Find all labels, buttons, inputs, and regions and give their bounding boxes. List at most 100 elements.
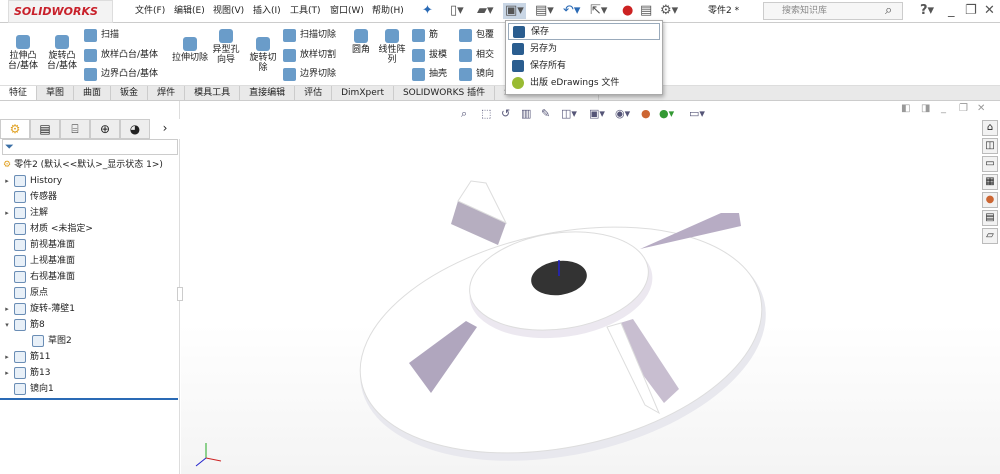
tree-item[interactable]: 原点 [0,285,180,301]
home-icon[interactable]: ⌂ [982,120,998,136]
print-icon[interactable]: ▤▾ [535,3,554,19]
tree-item[interactable]: 前视基准面 [0,237,180,253]
expand-arrow-icon[interactable]: ▸ [0,303,14,315]
expand-arrow-icon[interactable]: ▸ [0,175,14,187]
rib-button[interactable]: 筋 [412,28,438,42]
draft-button[interactable]: 拔模 [412,48,447,62]
revolve-cut-button[interactable]: 旋转切除 [246,37,280,73]
tab-mold-tools[interactable]: 模具工具 [185,86,241,100]
property-manager-tab-icon[interactable]: ▤ [30,119,60,139]
tab-direct-editing[interactable]: 直接编辑 [240,86,296,100]
menu-tools[interactable]: 工具(T) [290,5,321,17]
tree-item[interactable]: 上视基准面 [0,253,180,269]
menu-window[interactable]: 窗口(W) [330,5,364,17]
section-view-icon[interactable]: ▥ [521,107,531,120]
appearances-icon[interactable]: ● [982,192,998,208]
linear-pattern-button[interactable]: 线性阵列 [376,29,408,65]
tree-item[interactable]: 右视基准面 [0,269,180,285]
help-icon[interactable]: ?▾ [920,3,934,19]
undo-icon[interactable]: ↶▾ [563,3,580,19]
menu-edit[interactable]: 编辑(E) [174,5,205,17]
menu-item-publish-edrawings[interactable]: 出版 eDrawings 文件 [508,74,660,91]
configuration-manager-tab-icon[interactable]: ⌸ [60,119,90,139]
view-palette-icon[interactable]: ▦ [982,174,998,190]
dimxpert-manager-tab-icon[interactable]: ⊕ [90,119,120,139]
menu-help[interactable]: 帮助(H) [372,5,404,17]
dynamic-annotation-icon[interactable]: ✎ [541,107,550,120]
tab-sketch[interactable]: 草图 [37,86,75,100]
tree-item[interactable]: 草图2 [0,333,180,349]
display-style-icon[interactable]: ▣▾ [589,107,605,120]
forum-icon[interactable]: ▱ [982,228,998,244]
tree-item[interactable]: 镜向1 [0,381,180,397]
hide-show-icon[interactable]: ◉▾ [615,107,631,120]
wrap-button[interactable]: 包覆 [459,28,494,42]
hole-wizard-button[interactable]: 异型孔向导 [210,29,242,65]
menu-item-save-as[interactable]: 另存为 [508,40,660,57]
expand-arrow-icon[interactable]: ▸ [0,351,14,363]
boundary-boss-button[interactable]: 边界凸台/基体 [84,67,158,81]
intersect-button[interactable]: 相交 [459,48,494,62]
lofted-cut-button[interactable]: 放样切割 [283,48,336,62]
search-input[interactable]: 搜索知识库 [763,2,903,20]
expand-arrow-icon[interactable]: ▾ [0,319,14,331]
panel-collapse-handle[interactable] [177,287,183,301]
expand-arrow-icon[interactable]: ▸ [0,207,14,219]
search-icon[interactable]: ⌕ [885,3,892,19]
menu-file[interactable]: 文件(F) [135,5,165,17]
file-properties-icon[interactable]: ▤ [640,3,652,19]
zoom-area-icon[interactable]: ⬚ [481,107,491,120]
tab-features[interactable]: 特征 [0,86,38,100]
tab-addins[interactable]: SOLIDWORKS 插件 [394,86,496,100]
revolve-boss-button[interactable]: 旋转凸台/基体 [44,35,80,71]
previous-view-icon[interactable]: ↺ [501,107,510,120]
file-explorer-icon[interactable]: ▭ [982,156,998,172]
display-manager-tab-icon[interactable]: ◕ [120,119,150,139]
tree-item[interactable]: 材质 <未指定> [0,221,180,237]
expand-arrow-icon[interactable]: ▸ [0,367,14,379]
tree-item[interactable]: ▸ 筋13 [0,365,180,381]
save-icon[interactable]: ▣▾ [503,3,526,19]
fillet-button[interactable]: 圆角 [348,29,374,55]
view-orientation-icon[interactable]: ◫▾ [561,107,577,120]
viewport-restore-icon[interactable]: ❐ [959,103,968,114]
menu-insert[interactable]: 插入(I) [253,5,281,17]
tree-item[interactable]: ▸ History [0,173,180,189]
loft-button[interactable]: 放样凸台/基体 [84,48,158,62]
restore-icon[interactable]: ❐ [965,3,977,19]
tab-surfaces[interactable]: 曲面 [74,86,112,100]
menu-item-save[interactable]: 保存 [508,23,660,40]
menu-view[interactable]: 视图(V) [213,5,244,17]
tree-root[interactable]: ⚙ 零件2 (默认<<默认>_显示状态 1>) [0,157,180,173]
custom-properties-icon[interactable]: ▤ [982,210,998,226]
tree-item[interactable]: ▾ 筋8 [0,317,180,333]
view-settings-icon[interactable]: ▭▾ [689,107,705,120]
graphics-viewport[interactable]: ⌕ ⬚ ↺ ▥ ✎ ◫▾ ▣▾ ◉▾ ● ●▾ ▭▾ ◧ ◨ _ ❐ ✕ [177,101,1000,474]
tab-weldments[interactable]: 焊件 [148,86,186,100]
rollback-bar[interactable] [0,398,178,400]
viewport-prev-icon[interactable]: ◧ [901,103,910,114]
rebuild-icon[interactable]: ● [622,3,633,19]
tree-item[interactable]: ▸ 筋11 [0,349,180,365]
tree-item[interactable]: 传感器 [0,189,180,205]
swept-cut-button[interactable]: 扫描切除 [283,28,336,42]
extrude-boss-button[interactable]: 拉伸凸台/基体 [5,35,41,71]
filter-input[interactable]: ⏷ [2,139,178,155]
minimize-icon[interactable]: _ [948,3,955,19]
sweep-button[interactable]: 扫描 [84,28,119,42]
viewport-minimize-icon[interactable]: _ [940,103,947,114]
viewport-close-icon[interactable]: ✕ [977,103,985,114]
extrude-cut-button[interactable]: 拉伸切除 [172,37,208,63]
shell-button[interactable]: 抽壳 [412,67,447,81]
tree-item[interactable]: ▸ 旋转-薄壁1 [0,301,180,317]
pin-icon[interactable]: ✦ [422,3,433,19]
feature-manager-tab-icon[interactable]: ⚙ [0,119,30,139]
chevron-right-icon[interactable]: › [150,119,180,139]
menu-item-save-all[interactable]: 保存所有 [508,57,660,74]
new-icon[interactable]: ▯▾ [450,3,464,19]
select-icon[interactable]: ⇱▾ [590,3,607,19]
tab-sheet-metal[interactable]: 钣金 [111,86,149,100]
zoom-to-fit-icon[interactable]: ⌕ [461,107,467,120]
tab-dimxpert[interactable]: DimXpert [332,86,394,100]
close-icon[interactable]: ✕ [984,3,995,19]
